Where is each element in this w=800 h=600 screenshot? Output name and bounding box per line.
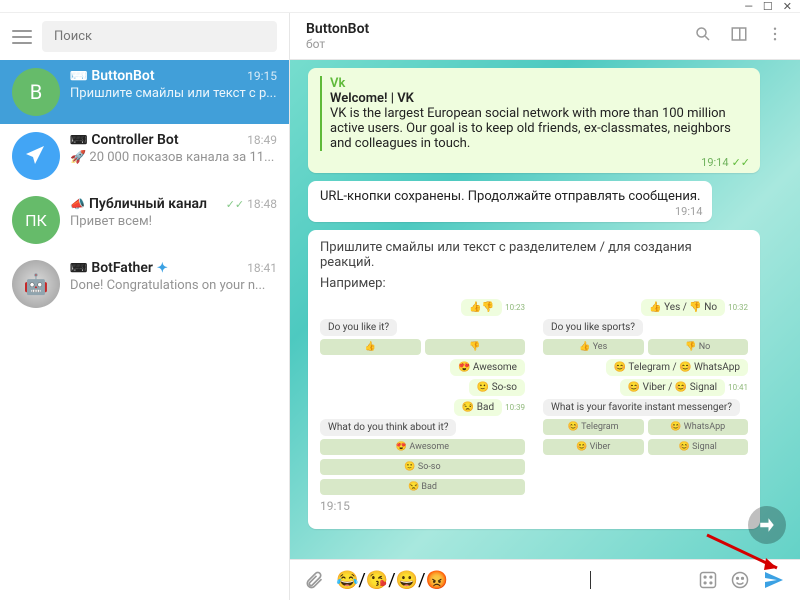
message-input[interactable]: 😂/😘/😀/😡 (336, 570, 686, 591)
mini-button: 👍 Yes (543, 339, 644, 355)
chat-preview: Привет всем! (70, 214, 277, 229)
chat-preview: Done! Congratulations on your n... (70, 278, 277, 293)
chat-time: 18:41 (247, 261, 277, 275)
chat-name-label: BotFather (91, 260, 153, 276)
mini-question: Do you like sports? (543, 319, 643, 336)
mini-button: 👍 (320, 339, 421, 355)
read-ticks-icon: ✓✓ (732, 156, 750, 169)
mini-button: 😒 Bad (320, 479, 525, 495)
search-icon[interactable] (694, 25, 712, 47)
send-button[interactable] (762, 568, 786, 592)
sidebar: B ⌨ ButtonBot 19:15 Пришлите смайлы или т… (0, 13, 290, 600)
scroll-down-button[interactable] (748, 506, 786, 544)
chat-preview: Пришлите смайлы или текст с р... (70, 86, 277, 101)
message-vk-preview[interactable]: Vk Welcome! | VK VK is the largest Europ… (308, 68, 760, 173)
window-minimize[interactable]: — (744, 0, 753, 13)
mini-button: 😍 Awesome (320, 439, 525, 455)
attach-icon[interactable] (304, 570, 324, 590)
emoji-icon[interactable] (730, 570, 750, 590)
mini-reaction: 😍 Awesome (450, 359, 525, 376)
mini-question: What is your favorite instant messenger? (543, 399, 740, 416)
mini-button: 😊 Signal (648, 439, 749, 455)
link-source: Vk (330, 76, 748, 91)
more-icon[interactable] (766, 25, 784, 47)
avatar: 🤖 (12, 260, 60, 308)
mini-question: What do you think about it? (320, 419, 456, 436)
hamburger-menu-icon[interactable] (12, 30, 32, 44)
avatar (12, 132, 60, 180)
avatar: B (12, 68, 60, 116)
chat-preview: 🚀 20 000 показов канала за 11... (70, 150, 277, 165)
megaphone-icon: 📣 (70, 197, 85, 211)
link-title: Welcome! | VK (330, 91, 748, 106)
chat-item-controllerbot[interactable]: ⌨ Controller Bot 18:49 🚀 20 000 показов к… (0, 124, 289, 188)
message-list: Vk Welcome! | VK VK is the largest Europ… (290, 60, 800, 559)
link-description: VK is the largest European social networ… (330, 106, 748, 151)
message-composer: 😂/😘/😀/😡 (290, 559, 800, 600)
mini-question: Do you like it? (320, 319, 397, 336)
chat-item-buttonbot[interactable]: B ⌨ ButtonBot 19:15 Пришлите смайлы или т… (0, 60, 289, 124)
bot-icon: ⌨ (70, 69, 87, 83)
chat-time: 19:15 (247, 69, 277, 83)
message-saved[interactable]: URL-кнопки сохранены. Продолжайте отправ… (308, 181, 712, 222)
chat-time: ✓✓ 18:48 (226, 197, 277, 211)
mini-button: 😊 WhatsApp (648, 419, 749, 435)
verified-icon: ✦ (157, 261, 168, 276)
mini-button: 😊 Viber (543, 439, 644, 455)
mini-button: 👎 (425, 339, 526, 355)
mini-button: 👎 No (648, 339, 749, 355)
bot-icon: ⌨ (70, 133, 87, 147)
mini-reaction: 👍👎 (461, 299, 502, 316)
chat-header: ButtonBot бот (290, 13, 800, 60)
example-column-2: 👍 Yes / 👎 No 10:32 Do you like sports? 👍… (543, 299, 748, 499)
chat-name-label: ButtonBot (91, 68, 154, 84)
chat-item-public-channel[interactable]: ПК 📣 Публичный канал ✓✓ 18:48 Привет всем… (0, 188, 289, 252)
chat-subtitle: бот (306, 37, 369, 51)
example-column-1: 👍👎 10:23 Do you like it? 👍👎 😍 Awesome 🙂 … (320, 299, 525, 499)
message-time: 19:14 (701, 156, 728, 169)
search-input[interactable] (42, 21, 277, 52)
message-instructions[interactable]: Пришлите смайлы или текст с разделителем… (308, 230, 760, 529)
chat-name-label: Controller Bot (91, 132, 178, 148)
chat-main: ButtonBot бот Vk Welcome! | VK VK is the… (290, 13, 800, 600)
chat-name-label: Публичный канал (89, 196, 207, 212)
mini-reaction: 👍 Yes / 👎 No (641, 299, 725, 316)
message-time: 19:14 (675, 205, 702, 218)
avatar: ПК (12, 196, 60, 244)
mini-reaction: 😊 Viber / 😊 Signal (620, 379, 725, 396)
sticker-icon[interactable] (698, 570, 718, 590)
mini-button: 🙂 So-so (320, 459, 525, 475)
window-maximize[interactable]: ☐ (763, 0, 773, 13)
bot-icon: ⌨ (70, 261, 87, 275)
mini-button: 😊 Telegram (543, 419, 644, 435)
message-text: URL-кнопки сохранены. Продолжайте отправ… (320, 189, 700, 204)
mini-reaction: 🙂 So-so (469, 379, 525, 396)
instruction-text: Пришлите смайлы или текст с разделителем… (320, 240, 748, 270)
window-close[interactable]: ✕ (783, 0, 792, 13)
chat-time: 18:49 (247, 133, 277, 147)
message-time: 19:15 (320, 499, 350, 513)
text-caret (590, 571, 591, 589)
mini-reaction: 😒 Bad (454, 399, 502, 416)
read-ticks-icon: ✓✓ (226, 198, 244, 211)
chat-item-botfather[interactable]: 🤖 ⌨ BotFather ✦ 18:41 Done! Congratulatio… (0, 252, 289, 316)
draft-text: 😂/😘/😀/😡 (336, 570, 448, 591)
panel-icon[interactable] (730, 25, 748, 47)
chat-title: ButtonBot (306, 21, 369, 37)
example-label: Например: (320, 276, 748, 291)
mini-reaction: 😊 Telegram / 😊 WhatsApp (606, 359, 748, 376)
